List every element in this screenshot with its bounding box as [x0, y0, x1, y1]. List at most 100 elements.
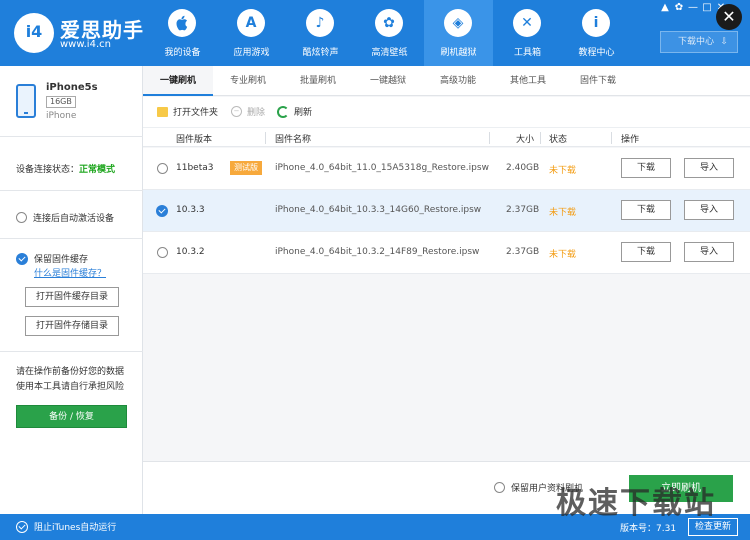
delete-button[interactable]: − 删除 [231, 105, 265, 118]
open-folder-button[interactable]: 打开文件夹 [157, 105, 218, 118]
nav-label: 教程中心 [578, 48, 615, 58]
nav-label: 刷机越狱 [440, 48, 477, 58]
column-separator [611, 132, 612, 144]
what-is-cache-link[interactable]: 什么是固件缓存？ [34, 266, 106, 279]
warning-line: 请在操作前备份好您的数据 [16, 367, 125, 377]
firmware-status: 未下载 [549, 250, 577, 260]
download-button[interactable]: 下载 [621, 200, 671, 220]
nav-label: 高清壁纸 [371, 48, 408, 58]
import-button[interactable]: 导入 [684, 242, 734, 262]
main-panel: 一键刷机 专业刷机 批量刷机 一键越狱 高级功能 其他工具 固件下载 打开文件夹… [143, 66, 750, 514]
device-model: iPhone [46, 111, 77, 121]
connection-status-label: 设备连接状态： [16, 165, 80, 175]
auto-activate-option[interactable]: 连接后自动激活设备 [16, 211, 114, 224]
minimize-icon[interactable]: — [688, 2, 698, 13]
checked-icon[interactable] [156, 205, 168, 217]
firmware-version: 11beta3 [176, 163, 214, 173]
radio-unchecked-icon[interactable] [157, 163, 168, 174]
folder-icon [157, 106, 168, 117]
open-storage-dir-button[interactable]: 打开固件存储目录 [25, 316, 119, 336]
firmware-size: 2.37GB [506, 247, 540, 257]
import-button[interactable]: 导入 [684, 158, 734, 178]
nav-label: 酷炫铃声 [302, 48, 339, 58]
tab-firmware-download[interactable]: 固件下载 [563, 66, 633, 96]
beta-badge: 测试版 [230, 161, 262, 175]
nav-item-flash-jailbreak[interactable]: ◈ 刷机越狱 [424, 0, 493, 66]
open-folder-label: 打开文件夹 [173, 108, 219, 118]
bell-icon: ♪ [306, 9, 334, 37]
flower-icon: ✿ [375, 9, 403, 37]
checked-icon[interactable] [16, 520, 28, 533]
firmware-name: iPhone_4.0_64bit_10.3.2_14F89_Restore.ip… [275, 247, 480, 257]
refresh-icon [277, 105, 289, 118]
nav-label: 应用游戏 [233, 48, 270, 58]
nav-item-toolbox[interactable]: ✕ 工具箱 [493, 0, 562, 66]
firmware-name: iPhone_4.0_64bit_10.3.3_14G60_Restore.ip… [275, 205, 482, 215]
close-button[interactable]: ✕ [716, 4, 742, 30]
header-action: 操作 [621, 135, 640, 145]
table-row[interactable]: 10.3.3 iPhone_4.0_64bit_10.3.3_14G60_Res… [143, 190, 750, 232]
nav-item-my-device[interactable]: 我的设备 [148, 0, 217, 66]
device-name: iPhone5s [46, 82, 98, 93]
app-header: i4 爱思助手 www.i4.cn 我的设备 A 应用游戏 ♪ 酷炫铃声 ✿ 高… [0, 0, 750, 66]
table-header: 固件版本 固件名称 大小 状态 操作 [143, 127, 750, 147]
block-itunes-label: 阻止iTunes自动运行 [34, 523, 117, 533]
main-nav: 我的设备 A 应用游戏 ♪ 酷炫铃声 ✿ 高清壁纸 ◈ 刷机越狱 ✕ 工具箱 i… [148, 0, 631, 66]
download-center-button[interactable]: 下载中心 ⇩ [660, 31, 738, 53]
divider [0, 136, 143, 137]
app-store-icon: A [237, 9, 265, 37]
device-capacity: 16GB [46, 96, 76, 108]
tab-pro-flash[interactable]: 专业刷机 [213, 66, 283, 96]
logo-mark: i4 [25, 22, 43, 41]
upload-icon[interactable]: ▲ [660, 2, 670, 13]
download-button[interactable]: 下载 [621, 158, 671, 178]
header-status: 状态 [549, 135, 568, 145]
warning-line: 使用本工具请自行承担风险 [16, 382, 125, 392]
keep-cache-option[interactable]: 保留固件缓存 [16, 252, 88, 265]
tab-advanced[interactable]: 高级功能 [423, 66, 493, 96]
open-cache-dir-button[interactable]: 打开固件缓存目录 [25, 287, 119, 307]
firmware-name: iPhone_4.0_64bit_11.0_15A5318g_Restore.i… [275, 163, 489, 173]
download-button[interactable]: 下载 [621, 242, 671, 262]
block-itunes-option[interactable]: 阻止iTunes自动运行 [16, 520, 116, 533]
tab-other-tools[interactable]: 其他工具 [493, 66, 563, 96]
table-row[interactable]: 10.3.2 iPhone_4.0_64bit_10.3.2_14F89_Res… [143, 232, 750, 274]
header-name: 固件名称 [275, 135, 312, 145]
connection-status: 设备连接状态：正常模式 [16, 162, 115, 175]
nav-item-ringtones[interactable]: ♪ 酷炫铃声 [286, 0, 355, 66]
download-icon: ⇩ [720, 37, 728, 47]
radio-unchecked-icon[interactable] [157, 247, 168, 258]
tab-jailbreak[interactable]: 一键越狱 [353, 66, 423, 96]
import-button[interactable]: 导入 [684, 200, 734, 220]
dropbox-icon: ◈ [444, 9, 472, 37]
nav-item-wallpapers[interactable]: ✿ 高清壁纸 [355, 0, 424, 66]
auto-activate-label: 连接后自动激活设备 [33, 214, 115, 224]
radio-unchecked-icon[interactable] [16, 212, 27, 223]
divider [0, 351, 143, 352]
toolbar: 打开文件夹 − 删除 刷新 [143, 97, 750, 127]
tab-batch-flash[interactable]: 批量刷机 [283, 66, 353, 96]
nav-item-apps[interactable]: A 应用游戏 [217, 0, 286, 66]
table-row[interactable]: 11beta3 测试版 iPhone_4.0_64bit_11.0_15A531… [143, 148, 750, 190]
tab-bar: 一键刷机 专业刷机 批量刷机 一键越狱 高级功能 其他工具 固件下载 [143, 66, 750, 96]
maximize-icon[interactable]: □ [702, 2, 712, 13]
nav-label: 工具箱 [513, 48, 541, 58]
backup-restore-button[interactable]: 备份 / 恢复 [16, 405, 127, 428]
settings-icon[interactable]: ✿ [674, 2, 684, 13]
brand-url: www.i4.cn [60, 39, 111, 50]
header-size: 大小 [516, 135, 535, 145]
divider [0, 190, 143, 191]
delete-icon: − [231, 106, 242, 117]
radio-unchecked-icon[interactable] [494, 482, 505, 493]
nav-item-tutorials[interactable]: i 教程中心 [562, 0, 631, 66]
refresh-label: 刷新 [294, 108, 313, 118]
tab-one-click-flash[interactable]: 一键刷机 [143, 66, 213, 96]
refresh-button[interactable]: 刷新 [277, 105, 312, 118]
logo: i4 [14, 13, 54, 53]
delete-label: 删除 [247, 108, 266, 118]
risk-warning: 请在操作前备份好您的数据 使用本工具请自行承担风险 [16, 365, 134, 395]
divider [0, 238, 143, 239]
firmware-status: 未下载 [549, 208, 577, 218]
checked-icon[interactable] [16, 252, 28, 265]
column-separator [489, 132, 490, 144]
